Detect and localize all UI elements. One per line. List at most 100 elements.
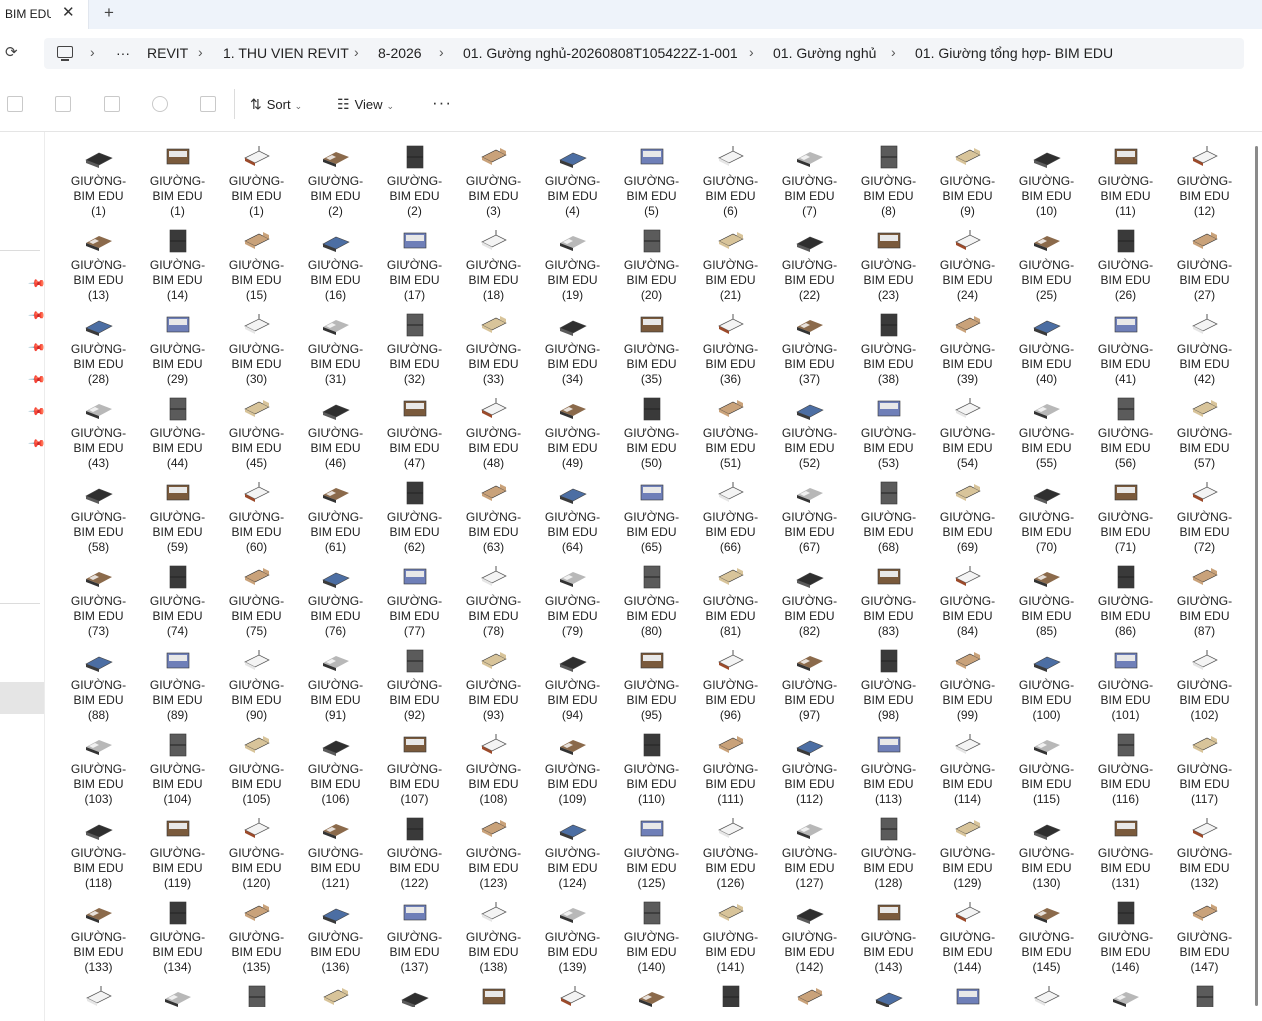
file-item[interactable]: GIƯỜNG- BIM EDU (143) bbox=[849, 894, 928, 978]
chevron-right-icon[interactable]: › bbox=[198, 44, 203, 60]
file-item[interactable]: GIƯỜNG- BIM EDU (17) bbox=[375, 222, 454, 306]
file-item[interactable]: GIƯỜNG- BIM EDU (52) bbox=[770, 390, 849, 474]
file-item[interactable]: GIƯỜNG- BIM EDU (1) bbox=[138, 138, 217, 222]
file-item[interactable]: GIƯỜNG- BIM EDU (94) bbox=[533, 642, 612, 726]
file-item[interactable]: GIƯỜNG- BIM EDU (106) bbox=[296, 726, 375, 810]
close-icon[interactable]: ✕ bbox=[62, 3, 75, 21]
file-item[interactable]: GIƯỜNG- BIM EDU (140) bbox=[612, 894, 691, 978]
breadcrumb-revit[interactable]: REVIT bbox=[147, 45, 188, 61]
file-item[interactable]: GIƯỜNG- BIM EDU (131) bbox=[1086, 810, 1165, 894]
file-item[interactable] bbox=[1086, 978, 1165, 1007]
file-item[interactable]: GIƯỜNG- BIM EDU (109) bbox=[533, 726, 612, 810]
file-item[interactable]: GIƯỜNG- BIM EDU (58) bbox=[59, 474, 138, 558]
file-item[interactable]: GIƯỜNG- BIM EDU (68) bbox=[849, 474, 928, 558]
file-item[interactable]: GIƯỜNG- BIM EDU (66) bbox=[691, 474, 770, 558]
file-item[interactable]: GIƯỜNG- BIM EDU (134) bbox=[138, 894, 217, 978]
file-item[interactable]: GIƯỜNG- BIM EDU (136) bbox=[296, 894, 375, 978]
file-item[interactable]: GIƯỜNG- BIM EDU (74) bbox=[138, 558, 217, 642]
file-item[interactable] bbox=[375, 978, 454, 1007]
breadcrumb-guong-nghu[interactable]: 01. Gường nghủ bbox=[773, 45, 876, 61]
file-item[interactable]: GIƯỜNG- BIM EDU (2) bbox=[296, 138, 375, 222]
file-item[interactable]: GIƯỜNG- BIM EDU (60) bbox=[217, 474, 296, 558]
file-item[interactable]: GIƯỜNG- BIM EDU (88) bbox=[59, 642, 138, 726]
file-item[interactable]: GIƯỜNG- BIM EDU (9) bbox=[928, 138, 1007, 222]
file-item[interactable]: GIƯỜNG- BIM EDU (69) bbox=[928, 474, 1007, 558]
file-item[interactable]: GIƯỜNG- BIM EDU (138) bbox=[454, 894, 533, 978]
file-item[interactable] bbox=[612, 978, 691, 1007]
file-item[interactable]: GIƯỜNG- BIM EDU (33) bbox=[454, 306, 533, 390]
file-item[interactable]: GIƯỜNG- BIM EDU (48) bbox=[454, 390, 533, 474]
file-item[interactable]: GIƯỜNG- BIM EDU (85) bbox=[1007, 558, 1086, 642]
file-item[interactable]: GIƯỜNG- BIM EDU (123) bbox=[454, 810, 533, 894]
file-item[interactable]: GIƯỜNG- BIM EDU (121) bbox=[296, 810, 375, 894]
file-item[interactable]: GIƯỜNG- BIM EDU (105) bbox=[217, 726, 296, 810]
file-item[interactable]: GIƯỜNG- BIM EDU (119) bbox=[138, 810, 217, 894]
file-item[interactable]: GIƯỜNG- BIM EDU (13) bbox=[59, 222, 138, 306]
file-item[interactable]: GIƯỜNG- BIM EDU (127) bbox=[770, 810, 849, 894]
file-item[interactable]: GIƯỜNG- BIM EDU (92) bbox=[375, 642, 454, 726]
file-item[interactable]: GIƯỜNG- BIM EDU (54) bbox=[928, 390, 1007, 474]
file-item[interactable]: GIƯỜNG- BIM EDU (99) bbox=[928, 642, 1007, 726]
this-pc-icon[interactable] bbox=[57, 46, 73, 61]
file-item[interactable]: GIƯỜNG- BIM EDU (47) bbox=[375, 390, 454, 474]
file-item[interactable]: GIƯỜNG- BIM EDU (139) bbox=[533, 894, 612, 978]
file-item[interactable] bbox=[454, 978, 533, 1007]
file-item[interactable]: GIƯỜNG- BIM EDU (103) bbox=[59, 726, 138, 810]
file-item[interactable]: GIƯỜNG- BIM EDU (23) bbox=[849, 222, 928, 306]
file-item[interactable] bbox=[849, 978, 928, 1007]
file-item[interactable]: GIƯỜNG- BIM EDU (78) bbox=[454, 558, 533, 642]
file-item[interactable]: GIƯỜNG- BIM EDU (82) bbox=[770, 558, 849, 642]
chevron-right-icon[interactable]: › bbox=[891, 44, 896, 60]
file-item[interactable]: GIƯỜNG- BIM EDU (51) bbox=[691, 390, 770, 474]
file-item[interactable]: GIƯỜNG- BIM EDU (31) bbox=[296, 306, 375, 390]
address-bar[interactable]: › ··· REVIT › 1. THU VIEN REVIT › 8-2026… bbox=[44, 38, 1244, 69]
file-item[interactable]: GIƯỜNG- BIM EDU (124) bbox=[533, 810, 612, 894]
file-item[interactable]: GIƯỜNG- BIM EDU (1) bbox=[59, 138, 138, 222]
file-item[interactable]: GIƯỜNG- BIM EDU (37) bbox=[770, 306, 849, 390]
file-item[interactable]: GIƯỜNG- BIM EDU (19) bbox=[533, 222, 612, 306]
file-item[interactable]: GIƯỜNG- BIM EDU (35) bbox=[612, 306, 691, 390]
file-item[interactable]: GIƯỜNG- BIM EDU (137) bbox=[375, 894, 454, 978]
file-item[interactable]: GIƯỜNG- BIM EDU (6) bbox=[691, 138, 770, 222]
file-item[interactable]: GIƯỜNG- BIM EDU (115) bbox=[1007, 726, 1086, 810]
file-item[interactable]: GIƯỜNG- BIM EDU (77) bbox=[375, 558, 454, 642]
file-item[interactable] bbox=[691, 978, 770, 1007]
file-item[interactable]: GIƯỜNG- BIM EDU (34) bbox=[533, 306, 612, 390]
file-item[interactable]: GIƯỜNG- BIM EDU (11) bbox=[1086, 138, 1165, 222]
file-item[interactable]: GIƯỜNG- BIM EDU (30) bbox=[217, 306, 296, 390]
file-item[interactable]: GIƯỜNG- BIM EDU (116) bbox=[1086, 726, 1165, 810]
file-item[interactable]: GIƯỜNG- BIM EDU (63) bbox=[454, 474, 533, 558]
file-item[interactable]: GIƯỜNG- BIM EDU (144) bbox=[928, 894, 1007, 978]
file-item[interactable]: GIƯỜNG- BIM EDU (102) bbox=[1165, 642, 1244, 726]
file-item[interactable]: GIƯỜNG- BIM EDU (36) bbox=[691, 306, 770, 390]
file-item[interactable]: GIƯỜNG- BIM EDU (5) bbox=[612, 138, 691, 222]
file-item[interactable]: GIƯỜNG- BIM EDU (14) bbox=[138, 222, 217, 306]
file-item[interactable]: GIƯỜNG- BIM EDU (87) bbox=[1165, 558, 1244, 642]
file-item[interactable]: GIƯỜNG- BIM EDU (59) bbox=[138, 474, 217, 558]
new-tab-icon[interactable]: + bbox=[104, 3, 114, 23]
file-item[interactable]: GIƯỜNG- BIM EDU (1) bbox=[217, 138, 296, 222]
file-item[interactable]: GIƯỜNG- BIM EDU (90) bbox=[217, 642, 296, 726]
file-item[interactable]: GIƯỜNG- BIM EDU (98) bbox=[849, 642, 928, 726]
file-item[interactable] bbox=[1007, 978, 1086, 1007]
file-item[interactable]: GIƯỜNG- BIM EDU (73) bbox=[59, 558, 138, 642]
file-item[interactable]: GIƯỜNG- BIM EDU (100) bbox=[1007, 642, 1086, 726]
file-item[interactable]: GIƯỜNG- BIM EDU (75) bbox=[217, 558, 296, 642]
file-item[interactable]: GIƯỜNG- BIM EDU (22) bbox=[770, 222, 849, 306]
copy-icon[interactable] bbox=[7, 96, 23, 112]
vertical-scrollbar[interactable] bbox=[1252, 132, 1262, 1021]
file-item[interactable]: GIƯỜNG- BIM EDU (120) bbox=[217, 810, 296, 894]
file-item[interactable] bbox=[770, 978, 849, 1007]
file-item[interactable]: GIƯỜNG- BIM EDU (46) bbox=[296, 390, 375, 474]
file-item[interactable]: GIƯỜNG- BIM EDU (146) bbox=[1086, 894, 1165, 978]
file-item[interactable]: GIƯỜNG- BIM EDU (44) bbox=[138, 390, 217, 474]
breadcrumb-more[interactable]: ··· bbox=[116, 45, 130, 61]
file-item[interactable]: GIƯỜNG- BIM EDU (67) bbox=[770, 474, 849, 558]
scrollbar-thumb[interactable] bbox=[1255, 146, 1258, 1006]
file-item[interactable]: GIƯỜNG- BIM EDU (21) bbox=[691, 222, 770, 306]
file-item[interactable]: GIƯỜNG- BIM EDU (129) bbox=[928, 810, 1007, 894]
file-item[interactable]: GIƯỜNG- BIM EDU (55) bbox=[1007, 390, 1086, 474]
file-item[interactable]: GIƯỜNG- BIM EDU (89) bbox=[138, 642, 217, 726]
file-item[interactable]: GIƯỜNG- BIM EDU (4) bbox=[533, 138, 612, 222]
file-item[interactable]: GIƯỜNG- BIM EDU (125) bbox=[612, 810, 691, 894]
